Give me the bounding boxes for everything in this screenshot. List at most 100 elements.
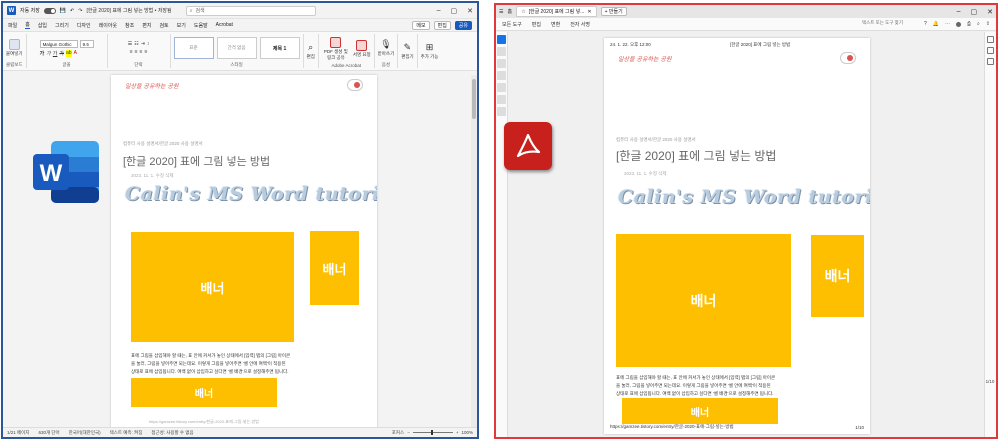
search-box[interactable]: ⌕ 검색 — [185, 5, 316, 16]
italic-button[interactable]: 가 — [46, 50, 51, 57]
tab-review[interactable]: 검토 — [159, 22, 168, 29]
create-pdf-button[interactable]: PDF 생성 및 링크 공유 — [322, 36, 350, 61]
pages-panel-icon[interactable] — [987, 47, 994, 54]
tab-design[interactable]: 디자인 — [77, 22, 91, 29]
document-page[interactable]: 일상을 공유하는 공원 컴퓨터 사용 설명서/한글 2020 사용 설명서 [한… — [111, 75, 377, 435]
bookmarks-panel-icon[interactable] — [987, 58, 994, 65]
highlight-icon[interactable]: ab — [66, 49, 72, 57]
language[interactable]: 한국어(대한민국) — [69, 430, 101, 436]
convert-menu[interactable]: 변환 — [551, 21, 560, 28]
draw-tool-icon[interactable] — [497, 71, 506, 80]
editing-mode-button[interactable]: 편집 — [433, 20, 451, 30]
strike-button[interactable]: 가 — [59, 50, 64, 57]
bold-button[interactable]: 가 — [40, 50, 45, 57]
footer-url: https://gamzee.tistory.com/entry/한글-2020… — [149, 419, 259, 424]
bullets-icon[interactable]: ☰ — [128, 41, 132, 47]
font-name-dropdown[interactable]: Malgun Gothic — [39, 39, 78, 48]
clipboard-icon — [8, 39, 20, 50]
page-count[interactable]: 1/21 페이지 — [7, 430, 29, 436]
maximize-button[interactable]: ▢ — [451, 7, 458, 15]
redo-icon[interactable]: ↷ — [78, 8, 82, 14]
tab-references[interactable]: 참조 — [125, 22, 134, 29]
editor-button[interactable]: ✎ 편집기 — [401, 42, 413, 60]
autosave-toggle[interactable] — [43, 7, 56, 14]
home-tab[interactable]: 홈 — [507, 8, 512, 15]
help-icon[interactable]: ? — [924, 21, 927, 27]
focus-button[interactable]: 포커스 — [392, 430, 404, 436]
tab-close-icon[interactable]: ✕ — [587, 9, 591, 15]
text-select-icon[interactable] — [497, 83, 506, 92]
body-line: 표에 그림을 삽입해야 할 때는, 표 안에 커서가 놓인 상태에서 [입력] … — [616, 375, 776, 380]
addins-button[interactable]: ⊞ 추가 기능 — [421, 42, 439, 60]
bell-icon[interactable]: 🔔 — [933, 21, 939, 27]
zoom-slider[interactable] — [412, 430, 453, 435]
text-prediction[interactable]: 텍스트 예측: 켜짐 — [110, 430, 143, 436]
save-icon[interactable]: 💾 — [60, 8, 66, 14]
undo-icon[interactable]: ↶ — [70, 8, 74, 14]
post-title: [한글 2020] 표에 그림 넣는 방법 — [616, 149, 777, 163]
acrobat-maximize-button[interactable]: ▢ — [971, 8, 978, 16]
acrobat-close-button[interactable]: ✕ — [987, 8, 993, 16]
find-icon[interactable]: ⌕ — [977, 21, 980, 27]
accessibility[interactable]: 접근성: 사용할 수 없음 — [151, 430, 193, 436]
minimize-button[interactable]: – — [437, 7, 441, 15]
font-color-icon[interactable]: A — [74, 50, 77, 57]
tab-mailings[interactable]: 편지 — [142, 22, 151, 29]
tab-draw[interactable]: 그리기 — [55, 22, 69, 29]
paste-button[interactable]: 붙여넣기 — [6, 39, 23, 57]
underline-button[interactable]: 가 — [53, 50, 58, 57]
tab-acrobat[interactable]: Acrobat — [216, 22, 233, 28]
style-no-spacing[interactable]: 간격 없음 — [216, 37, 257, 59]
style-heading-1[interactable]: 제목 1 — [259, 37, 300, 59]
comment-button[interactable]: 메모 — [412, 20, 430, 30]
editing-button[interactable]: ⌕ 편집 — [307, 42, 315, 60]
quick-tools-bar — [496, 32, 508, 437]
font-size-dropdown[interactable]: 9.5 — [79, 39, 94, 48]
tab-layout[interactable]: 레이아웃 — [99, 22, 117, 29]
print-icon[interactable]: ⎙ — [967, 21, 971, 27]
style-normal[interactable]: 표준 — [173, 37, 214, 59]
close-button[interactable]: ✕ — [467, 7, 473, 15]
tab-insert[interactable]: 삽입 — [38, 22, 47, 29]
zoom-in-icon[interactable]: + — [456, 430, 459, 435]
share-button[interactable]: 공유 — [454, 20, 472, 30]
sign-tool-icon[interactable] — [497, 95, 506, 104]
select-tool-icon[interactable] — [497, 35, 506, 44]
align-right-icon[interactable]: ≡ — [140, 49, 143, 55]
tab-help[interactable]: 도움말 — [194, 22, 208, 29]
request-sign-button[interactable]: 서명 요청 — [353, 39, 371, 58]
zoom-tool-icon[interactable] — [497, 47, 506, 56]
pdf-page[interactable]: 24. 1. 22. 오후 12:00 [한글 2020] 표에 그림 넣는 방… — [604, 38, 870, 434]
edit-menu[interactable]: 편집 — [532, 21, 541, 28]
justify-icon[interactable]: ≡ — [144, 49, 147, 55]
more-tools-icon[interactable] — [497, 107, 506, 116]
sort-icon[interactable]: ↕ — [147, 41, 150, 47]
zoom-out-icon[interactable]: − — [407, 430, 410, 435]
body-line: 표에 그림을 삽입해야 할 때는, 표 안에 커서가 놓인 상태에서 [입력] … — [131, 353, 291, 358]
share-icon[interactable]: ⇪ — [986, 21, 990, 27]
indent-icon[interactable]: ⇥ — [141, 41, 145, 47]
word-count[interactable]: 630개 단어 — [38, 430, 59, 436]
tab-view[interactable]: 보기 — [177, 22, 186, 29]
esign-menu[interactable]: 전자 서명 — [570, 21, 590, 28]
dictate-button[interactable]: 🎙 받아쓰기 — [378, 39, 395, 57]
align-center-icon[interactable]: ≡ — [135, 49, 138, 55]
apps-icon[interactable]: ⋯ — [945, 21, 950, 27]
acrobat-minimize-button[interactable]: – — [957, 8, 961, 16]
zoom-level[interactable]: 100% — [461, 430, 473, 435]
clipboard-group: 붙여넣기 클립보드 — [6, 34, 27, 68]
menu-icon[interactable]: ☰ — [499, 9, 503, 15]
comment-tool-icon[interactable] — [497, 59, 506, 68]
comments-panel-icon[interactable] — [987, 36, 994, 43]
new-tab-button[interactable]: + 만들기 — [600, 7, 627, 16]
numbering-icon[interactable]: ☷ — [134, 41, 138, 47]
all-tools-menu[interactable]: 모든 도구 — [502, 21, 522, 28]
document-tab[interactable]: ☆ [한글 2020] 표에 그림 넣... ✕ — [516, 6, 597, 17]
tool-search[interactable]: 텍스트 또는 도구 찾기 — [862, 20, 918, 28]
tab-file[interactable]: 파일 — [8, 22, 17, 29]
tab-home[interactable]: 홈 — [25, 21, 30, 29]
align-left-icon[interactable]: ≡ — [130, 49, 133, 55]
status-bar: 1/21 페이지 630개 단어 한국어(대한민국) 텍스트 예측: 켜짐 접근… — [3, 427, 477, 437]
vertical-scrollbar[interactable] — [471, 75, 477, 427]
account-avatar[interactable] — [955, 21, 961, 27]
